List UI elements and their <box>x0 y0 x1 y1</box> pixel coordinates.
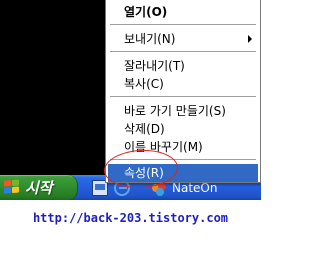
menu-item-properties[interactable]: 속성(R) <box>108 164 258 182</box>
menu-item-cut[interactable]: 잘라내기(T) <box>108 57 258 75</box>
start-button[interactable]: 시작 <box>0 175 78 200</box>
menu-item-open[interactable]: 열기(O) <box>108 3 258 21</box>
menu-separator <box>110 24 256 26</box>
menu-item-open-label: 열기(O) <box>124 5 168 19</box>
screenshot-stage: 시작 NateOn 열기(O) 보내기(N) 잘라내기(T) 복사(C) 바로 … <box>0 0 261 255</box>
windows-logo-icon <box>4 179 21 195</box>
blog-url-watermark: http://back-203.tistory.com <box>32 211 229 225</box>
menu-item-rename-label: 이름 바꾸기(M) <box>124 140 203 154</box>
menu-item-create-shortcut-label: 바로 가기 만들기(S) <box>124 104 226 118</box>
menu-separator <box>110 96 256 98</box>
menu-item-rename[interactable]: 이름 바꾸기(M) <box>108 138 258 156</box>
menu-item-properties-label: 속성(R) <box>124 166 164 180</box>
submenu-arrow-icon <box>248 35 252 43</box>
context-menu: 열기(O) 보내기(N) 잘라내기(T) 복사(C) 바로 가기 만들기(S) … <box>105 0 261 183</box>
menu-item-copy-label: 복사(C) <box>124 77 164 91</box>
menu-separator <box>110 51 256 53</box>
menu-item-cut-label: 잘라내기(T) <box>124 59 185 73</box>
menu-item-send-to-label: 보내기(N) <box>124 32 176 46</box>
menu-item-copy[interactable]: 복사(C) <box>108 75 258 93</box>
menu-item-create-shortcut[interactable]: 바로 가기 만들기(S) <box>108 102 258 120</box>
menu-item-send-to[interactable]: 보내기(N) <box>108 30 258 48</box>
menu-item-delete[interactable]: 삭제(D) <box>108 120 258 138</box>
menu-separator <box>110 159 256 161</box>
menu-item-delete-label: 삭제(D) <box>124 122 165 136</box>
start-button-label: 시작 <box>25 179 53 197</box>
